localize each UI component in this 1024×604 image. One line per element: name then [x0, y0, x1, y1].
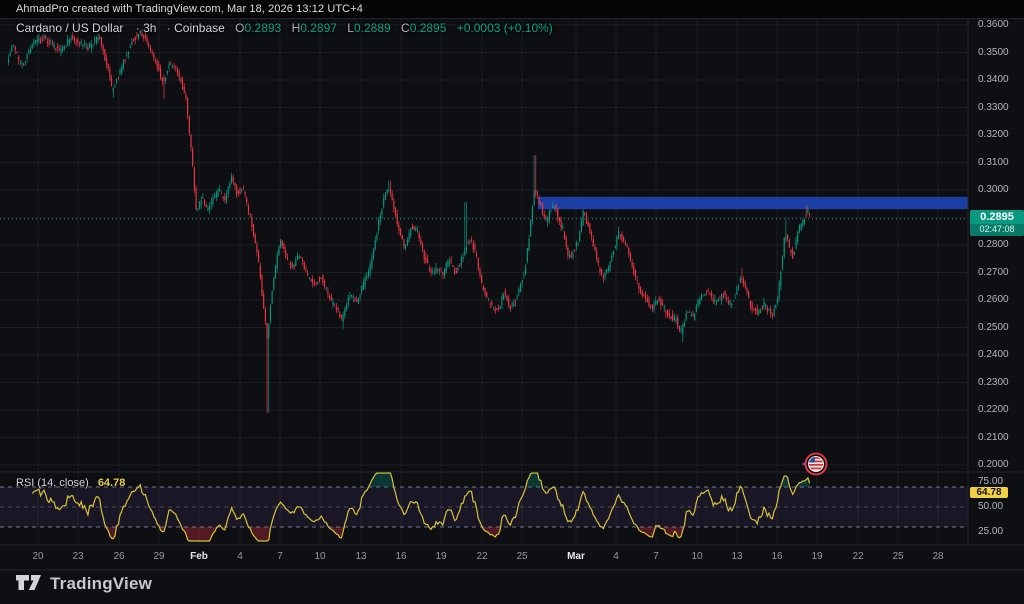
price-axis-label: 0.3000 [978, 185, 1009, 195]
time-axis-label: 10 [691, 551, 702, 562]
time-axis-label: 4 [613, 551, 619, 562]
price-axis-label: 0.2300 [978, 378, 1009, 388]
last-price-badge: 0.2895 02:47:08 [970, 210, 1024, 236]
price-axis-label: 0.2100 [978, 433, 1009, 443]
price-axis-label: 0.2600 [978, 295, 1009, 305]
open-value: 0.2893 [245, 21, 282, 35]
resistance-zone-rectangle[interactable] [538, 197, 968, 209]
rsi-value-badge: 64.78 [970, 487, 1008, 498]
symbol-legend[interactable]: Cardano / US Dollar · 3h · Coinbase O0.2… [16, 21, 553, 35]
last-price-value: 0.2895 [970, 210, 1024, 224]
economic-event-marker[interactable] [802, 454, 827, 475]
high-value: 0.2897 [300, 21, 337, 35]
attribution-text: AhmadPro created with TradingView.com, M… [0, 3, 363, 15]
low-value: 0.2889 [354, 21, 391, 35]
symbol-exchange: Coinbase [174, 21, 225, 35]
time-axis-label: 7 [653, 551, 659, 562]
rsi-legend[interactable]: RSI (14, close) 64.78 [16, 477, 125, 489]
high-label: H [292, 21, 301, 35]
time-axis-label: 19 [811, 551, 822, 562]
time-axis-label: 25 [892, 551, 903, 562]
chart-canvas[interactable] [0, 0, 1024, 604]
legend-separator: · [136, 21, 140, 35]
rsi-axis-label: 25.00 [978, 527, 1003, 537]
time-axis[interactable]: 20 23 26 29 Feb 4 7 10 13 16 19 22 25 Mar 4 7 10 13 16 19 22… [0, 545, 968, 570]
time-axis-label: Feb [190, 551, 208, 562]
rsi-axis-label: 50.00 [978, 502, 1003, 512]
time-axis-label: 28 [932, 551, 943, 562]
tradingview-logo-text: TradingView [50, 574, 152, 594]
price-axis-label: 0.2000 [978, 460, 1009, 470]
symbol-interval[interactable]: 3h [143, 21, 156, 35]
time-axis-label: 25 [516, 551, 527, 562]
time-axis-label: 29 [153, 551, 164, 562]
tradingview-logo-icon [16, 574, 42, 594]
open-label: O [235, 21, 244, 35]
rsi-axis-label: 75.00 [978, 477, 1003, 487]
time-axis-label: 16 [395, 551, 406, 562]
price-axis-label: 0.3200 [978, 130, 1009, 140]
price-axis-label: 0.2800 [978, 240, 1009, 250]
price-axis[interactable]: 0.3600 0.3500 0.3400 0.3300 0.3200 0.3100 0.30… [968, 0, 1024, 545]
tradingview-logo[interactable]: TradingView [16, 574, 152, 594]
time-axis-label: 13 [355, 551, 366, 562]
price-axis-label: 0.2400 [978, 350, 1009, 360]
symbol-title[interactable]: Cardano / US Dollar [16, 21, 123, 35]
time-axis-label: 20 [32, 551, 43, 562]
price-axis-label: 0.3100 [978, 158, 1009, 168]
close-label: C [401, 21, 410, 35]
time-axis-label: 16 [771, 551, 782, 562]
close-value: 0.2895 [410, 21, 447, 35]
price-axis-label: 0.3500 [978, 48, 1009, 58]
change-value: +0.0003 (+0.10%) [457, 21, 553, 35]
tradingview-snapshot: AhmadPro created with TradingView.com, M… [0, 0, 1024, 604]
time-axis-label: 22 [476, 551, 487, 562]
price-axis-label: 0.2200 [978, 405, 1009, 415]
price-axis-label: 0.3600 [978, 20, 1009, 30]
time-axis-label: 4 [237, 551, 243, 562]
price-axis-label: 0.2700 [978, 268, 1009, 278]
low-label: L [347, 21, 354, 35]
attribution-bar: AhmadPro created with TradingView.com, M… [0, 0, 1024, 18]
price-axis-label: 0.3300 [978, 103, 1009, 113]
legend-separator: · [167, 21, 171, 35]
price-axis-label: 0.3400 [978, 75, 1009, 85]
time-axis-label: Mar [567, 551, 585, 562]
rsi-oversold-fill [32, 0, 809, 541]
time-axis-label: 19 [435, 551, 446, 562]
rsi-label: RSI (14, close) [16, 477, 89, 489]
bar-countdown: 02:47:08 [970, 224, 1024, 236]
time-axis-label: 26 [113, 551, 124, 562]
time-axis-label: 13 [731, 551, 742, 562]
time-axis-label: 22 [852, 551, 863, 562]
time-axis-label: 7 [277, 551, 283, 562]
price-axis-label: 0.2500 [978, 323, 1009, 333]
time-axis-label: 10 [314, 551, 325, 562]
rsi-current-value: 64.78 [98, 477, 126, 489]
time-axis-label: 23 [72, 551, 83, 562]
